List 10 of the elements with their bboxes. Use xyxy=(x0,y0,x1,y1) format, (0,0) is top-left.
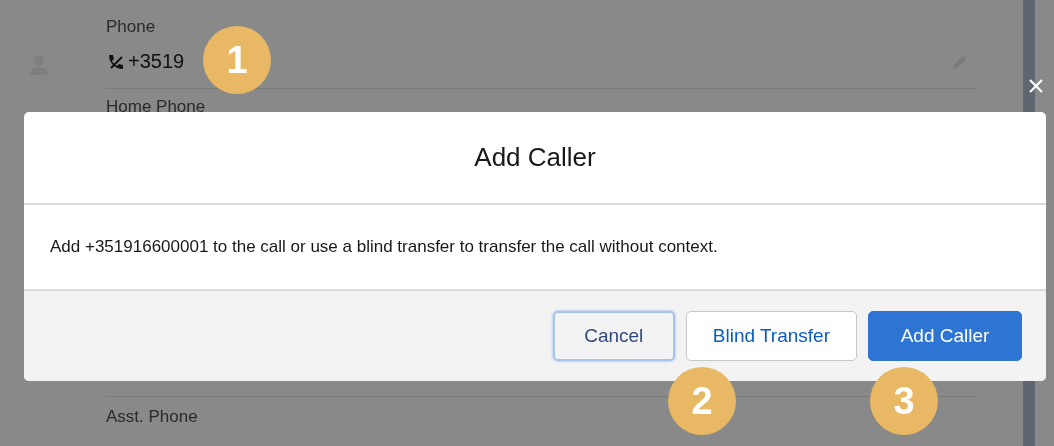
modal-title: Add Caller xyxy=(474,142,596,173)
close-icon[interactable] xyxy=(1028,78,1044,94)
dialog-button[interactable]: Blind Transfer xyxy=(685,311,857,361)
field-label: Phone xyxy=(106,17,156,36)
field-label: Home Phone xyxy=(106,97,206,116)
dialog-button[interactable]: Cancel xyxy=(552,311,675,361)
dialog-button[interactable]: Add Caller xyxy=(868,311,1022,361)
field-label: Asst. Phone xyxy=(106,407,198,426)
phone-number[interactable]: +3519 xyxy=(128,50,185,73)
modal-message: Add +351916600001 to the call or use a blind transfer to transfer the call without context. xyxy=(50,237,718,257)
